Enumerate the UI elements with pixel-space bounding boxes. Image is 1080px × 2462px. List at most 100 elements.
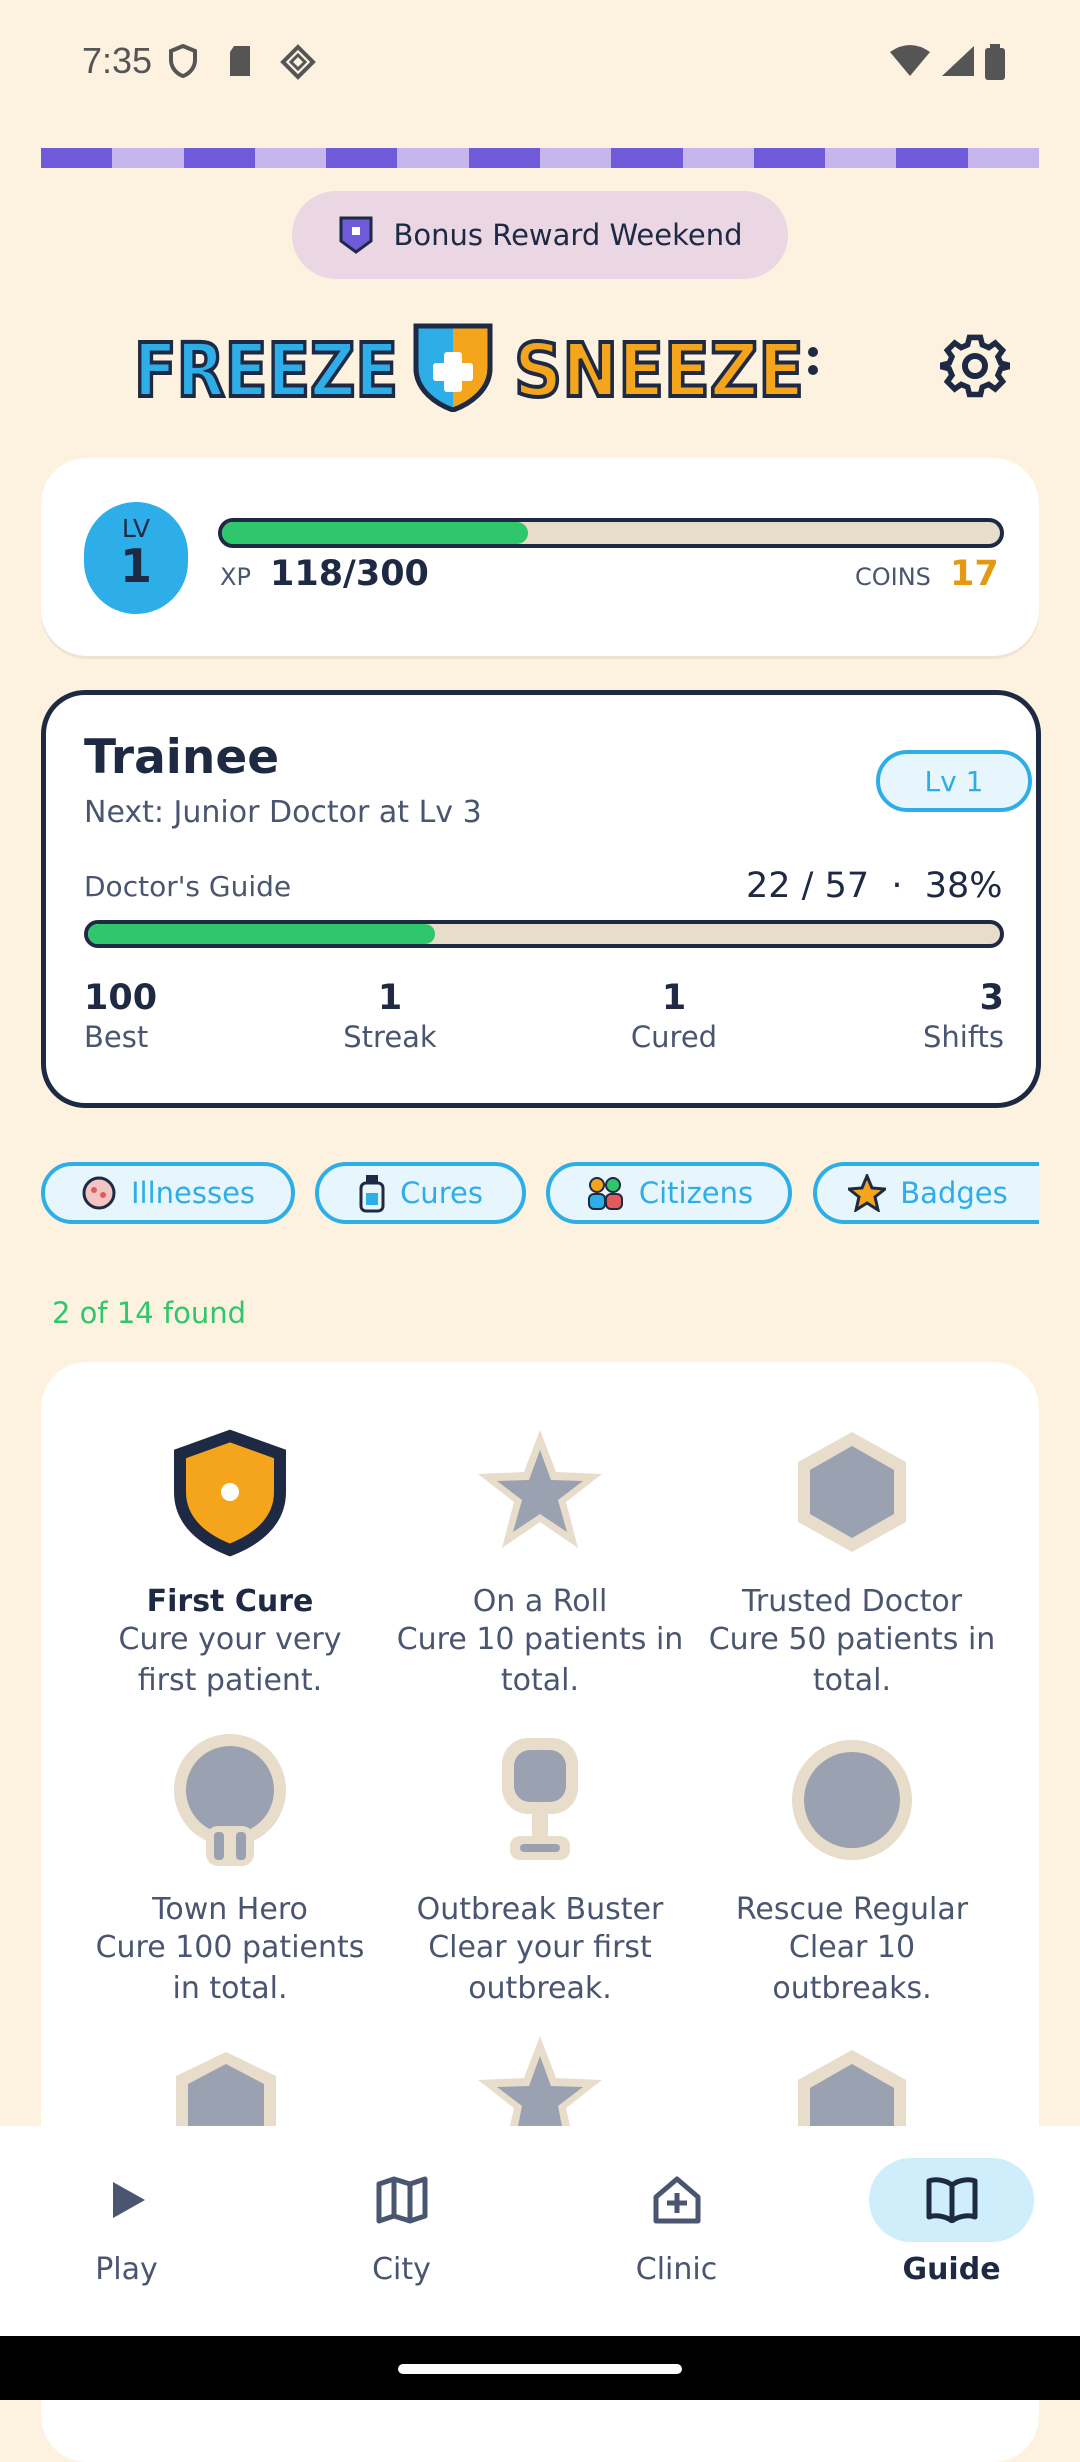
hexagon-icon xyxy=(798,1432,906,1552)
stat-best: 100 Best xyxy=(84,978,157,1054)
decorative-stripe xyxy=(41,148,1039,168)
stat-streak: 1 Streak xyxy=(330,978,450,1054)
found-count: 2 of 14 found xyxy=(52,1296,247,1330)
xp-progress-bar xyxy=(218,518,1004,548)
tab-citizens[interactable]: Citizens xyxy=(546,1162,792,1224)
nav-label: Guide xyxy=(902,2252,1001,2287)
stat-label: Streak xyxy=(343,1020,437,1054)
map-icon xyxy=(376,2176,427,2224)
locked-badge-hexagon-icon xyxy=(176,2052,276,2126)
nav-icon-container xyxy=(319,2158,484,2242)
circle-icon xyxy=(792,1740,912,1860)
star-icon xyxy=(848,1174,887,1212)
status-bar: 7:35 xyxy=(0,0,1080,130)
nav-clinic[interactable]: Clinic xyxy=(594,2158,759,2308)
badge-desc-line2: total. xyxy=(500,1663,580,1698)
rank-title: Trainee xyxy=(84,730,280,785)
svg-text:SNEEZE: SNEEZE xyxy=(514,328,804,412)
stat-value: 100 xyxy=(84,978,158,1018)
stat-shifts: 3 Shifts xyxy=(894,978,1004,1054)
stat-value: 1 xyxy=(661,978,687,1018)
badge-trusted-doctor[interactable]: Trusted Doctor Cure 50 patients in total… xyxy=(702,1422,1002,1701)
locked-badge-hexagon-icon xyxy=(798,2050,906,2126)
badge-desc-line1: Clear 10 xyxy=(788,1930,916,1965)
nav-city[interactable]: City xyxy=(319,2158,484,2308)
tab-illnesses[interactable]: Illnesses xyxy=(41,1162,295,1224)
badge-desc-line1: Cure 100 patients xyxy=(95,1930,365,1965)
badge-title: Outbreak Buster xyxy=(416,1892,664,1927)
tab-badges[interactable]: Badges xyxy=(813,1162,1039,1224)
stat-cured: 1 Cured xyxy=(614,978,734,1054)
nav-label: Clinic xyxy=(635,2252,718,2287)
stat-label: Cured xyxy=(630,1020,718,1054)
nav-label: City xyxy=(372,2252,431,2287)
battery-icon xyxy=(985,44,1005,80)
nav-play[interactable]: Play xyxy=(44,2158,209,2308)
badge-first-cure[interactable]: First Cure Cure your very first patient. xyxy=(80,1422,380,1701)
shield-badge-icon xyxy=(339,216,372,254)
tab-cures[interactable]: Cures xyxy=(315,1162,526,1224)
level-badge: LV 1 xyxy=(84,502,188,614)
badge-title: Rescue Regular xyxy=(735,1892,969,1927)
freeze-sneeze-logo: FREEZE SNEEZE xyxy=(132,323,818,412)
badge-desc-line2: total. xyxy=(812,1663,892,1698)
player-progress-card xyxy=(41,458,1039,656)
rank-level-pill: Lv 1 xyxy=(876,750,1032,812)
next-rank-text: Next: Junior Doctor at Lv 3 xyxy=(84,795,482,830)
badge-desc-line1: Clear your first xyxy=(428,1930,652,1965)
bottle-icon xyxy=(359,1175,385,1213)
status-time: 7:35 xyxy=(82,40,153,81)
guide-progress-value: 22 / 57 · 38% xyxy=(746,866,1003,906)
guide-label: Doctor's Guide xyxy=(84,870,292,903)
nav-icon-container xyxy=(594,2158,759,2242)
stat-label: Best xyxy=(84,1020,149,1054)
badge-desc-line2: outbreaks. xyxy=(772,1971,932,2006)
badge-rescue-regular[interactable]: Rescue Regular Clear 10 outbreaks. xyxy=(702,1730,1002,2009)
germ-icon xyxy=(82,1176,116,1210)
badge-title: Town Hero xyxy=(152,1892,308,1927)
badge-town-hero[interactable]: Town Hero Cure 100 patients in total. xyxy=(80,1730,380,2009)
xp-label: XP xyxy=(220,563,251,591)
badge-desc-line1: Cure your very xyxy=(118,1622,342,1657)
badge-title: On a Roll xyxy=(472,1584,608,1619)
medal-icon xyxy=(174,1734,286,1866)
clinic-icon xyxy=(653,2176,700,2224)
coins-label: COINS xyxy=(855,563,931,591)
stat-value: 1 xyxy=(377,978,403,1018)
badge-outbreak-buster[interactable]: Outbreak Buster Clear your first outbrea… xyxy=(390,1730,690,2009)
home-indicator xyxy=(398,2364,682,2374)
signal-icon xyxy=(942,46,974,76)
settings-gear-icon[interactable] xyxy=(940,331,1010,401)
star-icon xyxy=(478,1430,602,1548)
badge-on-a-roll[interactable]: On a Roll Cure 10 patients in total. xyxy=(390,1422,690,1701)
guide-progress-fill xyxy=(88,924,435,944)
locked-badge-star-icon xyxy=(478,2036,602,2126)
badge-desc-line1: Cure 10 patients in xyxy=(396,1622,684,1657)
stat-label: Shifts xyxy=(922,1020,1004,1054)
gesture-bar xyxy=(0,2336,1080,2400)
tab-label: Citizens xyxy=(638,1176,754,1210)
stat-value: 3 xyxy=(979,978,1004,1018)
badge-desc-line2: outbreak. xyxy=(468,1971,612,2006)
wifi-icon xyxy=(890,45,930,76)
book-icon xyxy=(926,2177,977,2223)
tab-label: Cures xyxy=(400,1176,483,1210)
people-icon xyxy=(587,1177,623,1210)
diamond-status-icon xyxy=(280,44,316,80)
trophy-icon xyxy=(502,1738,578,1860)
badge-desc-line2: in total. xyxy=(172,1971,288,2006)
play-icon xyxy=(112,2182,145,2218)
xp-progress-fill xyxy=(222,522,528,544)
shield-status-icon xyxy=(169,44,197,78)
shield-icon xyxy=(174,1429,286,1557)
nav-icon-container xyxy=(44,2158,209,2242)
bonus-reward-banner[interactable]: Bonus Reward Weekend xyxy=(292,191,788,279)
badge-title: First Cure xyxy=(146,1584,314,1619)
guide-progress-bar xyxy=(84,920,1004,948)
nav-label: Play xyxy=(95,2252,158,2287)
sd-card-icon xyxy=(230,46,250,76)
nav-guide[interactable]: Guide xyxy=(869,2158,1034,2308)
tab-label: Badges xyxy=(900,1176,1008,1210)
tab-label: Illnesses xyxy=(130,1176,256,1210)
coins-value: 17 xyxy=(950,554,999,594)
